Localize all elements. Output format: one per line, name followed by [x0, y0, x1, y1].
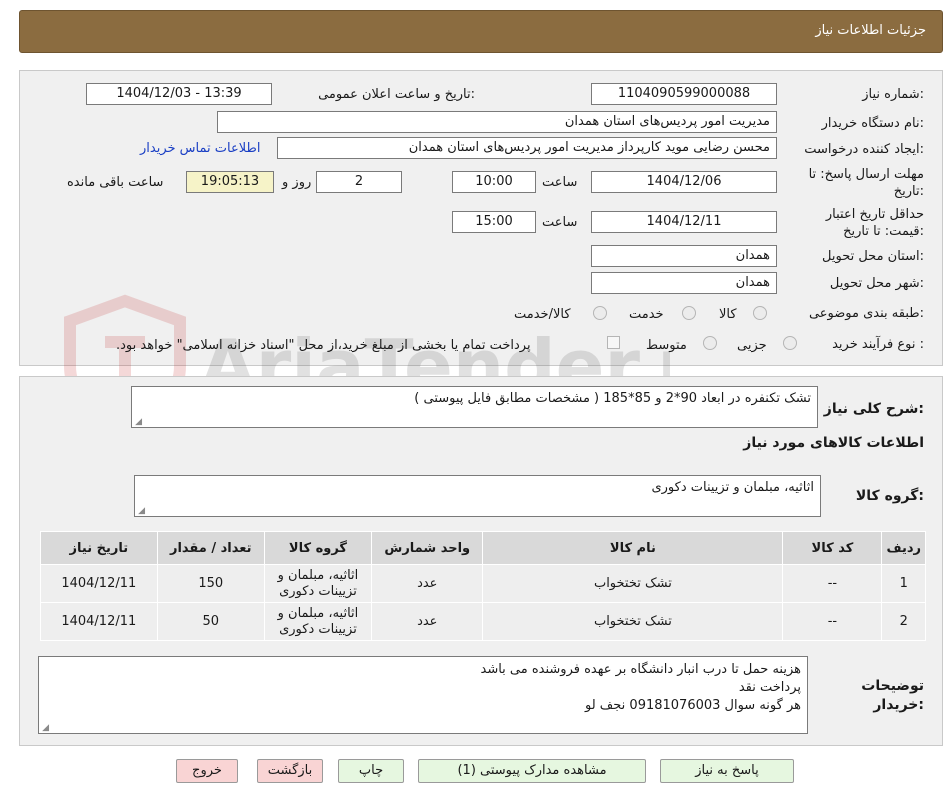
cell-quantity: 50	[156, 602, 265, 641]
cell-row-number: 1	[881, 564, 926, 603]
goods-table: ردیف کد کالا نام کالا واحد شمارش گروه کا…	[40, 531, 926, 641]
creator-field: محسن رضایی موید کارپرداز مدیریت امور پرد…	[277, 137, 777, 159]
goods-group-textarea[interactable]: اثاثیه، مبلمان و تزیینات دکوری ◢	[134, 475, 821, 517]
buyer-note-line: هزینه حمل تا درب انبار دانشگاه بر عهده ف…	[480, 662, 802, 677]
buyer-note-line: هر گونه سوال 09181076003 نجف لو	[585, 698, 801, 713]
city-label: شهر محل تحویل:	[829, 276, 924, 291]
col-header-name: نام کالا	[482, 531, 784, 565]
deadline-time-field: 10:00	[452, 171, 536, 193]
summary-text: تشک تکنفره در ابعاد 90*2 و 85*185 ( مشخص…	[414, 391, 811, 406]
col-header-date: تاریخ نیاز	[40, 531, 158, 565]
resize-grip-icon[interactable]: ◢	[137, 507, 145, 516]
need-info-panel: AriaTender.net شماره نیاز: 1104090599000…	[19, 70, 943, 431]
need-details-panel: شرح کلی نیاز: تشک تکنفره در ابعاد 90*2 و…	[19, 376, 943, 746]
process-radio-medium[interactable]	[703, 336, 717, 350]
validity-time-label: ساعت	[542, 215, 578, 230]
category-radio-goods-service[interactable]	[593, 306, 607, 320]
back-button[interactable]: بازگشت	[257, 759, 323, 783]
province-label: استان محل تحویل:	[822, 249, 924, 264]
city-field: همدان	[591, 272, 777, 294]
summary-label: شرح کلی نیاز:	[823, 401, 924, 417]
announce-label: تاریخ و ساعت اعلان عمومی:	[318, 87, 475, 102]
category-option-goods: کالا	[719, 307, 737, 322]
process-option-minor: جزیی	[737, 338, 767, 353]
validity-date-field: 1404/12/11	[591, 211, 777, 233]
cell-code: --	[782, 602, 883, 641]
cell-name: تشک تختخواب	[482, 564, 784, 603]
cell-date: 1404/12/11	[40, 602, 158, 641]
buyer-contact-link[interactable]: اطلاعات تماس خریدار	[140, 141, 260, 156]
summary-textarea[interactable]: تشک تکنفره در ابعاد 90*2 و 85*185 ( مشخص…	[131, 386, 818, 428]
process-label: نوع فرآیند خرید :	[832, 337, 924, 352]
resize-grip-icon[interactable]: ◢	[134, 418, 142, 427]
treasury-payment-checkbox[interactable]	[607, 336, 620, 349]
buyer-note-line: پرداخت نقد	[738, 680, 801, 695]
deadline-time-label: ساعت	[542, 175, 578, 190]
category-label: طبقه بندی موضوعی:	[808, 306, 924, 321]
process-radio-minor[interactable]	[783, 336, 797, 350]
cell-row-number: 2	[881, 602, 926, 641]
category-option-service: خدمت	[629, 307, 664, 322]
table-row: 1 -- تشک تختخواب عدد اثاثیه، مبلمان و تز…	[40, 564, 926, 603]
view-attachments-button[interactable]: مشاهده مدارک پیوستی (1)	[418, 759, 646, 783]
treasury-payment-note: پرداخت تمام یا بخشی از مبلغ خرید،از محل …	[116, 338, 531, 353]
col-header-unit: واحد شمارش	[371, 531, 484, 565]
print-button[interactable]: چاپ	[338, 759, 404, 783]
remaining-label: ساعت باقی مانده	[67, 175, 164, 190]
buyer-org-label: نام دستگاه خریدار:	[821, 116, 924, 131]
resize-grip-icon[interactable]: ◢	[41, 724, 49, 733]
cell-name: تشک تختخواب	[482, 602, 784, 641]
category-option-goods-service: کالا/خدمت	[514, 307, 571, 322]
cell-date: 1404/12/11	[40, 564, 158, 603]
col-header-quantity: تعداد / مقدار	[156, 531, 265, 565]
buyer-notes-label: توضیحات خریدار:	[861, 678, 924, 713]
cell-quantity: 150	[156, 564, 265, 603]
cell-group: اثاثیه، مبلمان و تزیینات دکوری	[263, 602, 373, 641]
table-row: 2 -- تشک تختخواب عدد اثاثیه، مبلمان و تز…	[40, 602, 926, 641]
cell-unit: عدد	[371, 564, 484, 603]
goods-group-text: اثاثیه، مبلمان و تزیینات دکوری	[651, 480, 814, 495]
deadline-label: مهلت ارسال پاسخ: تا تاریخ:	[808, 167, 924, 199]
days-label: روز و	[282, 175, 312, 190]
province-field: همدان	[591, 245, 777, 267]
cell-unit: عدد	[371, 602, 484, 641]
reply-button[interactable]: پاسخ به نیاز	[660, 759, 794, 783]
creator-label: ایجاد کننده درخواست:	[804, 142, 924, 157]
process-option-medium: متوسط	[646, 338, 687, 353]
goods-info-title: اطلاعات کالاهای مورد نیاز	[743, 435, 924, 451]
exit-button[interactable]: خروج	[176, 759, 238, 783]
category-radio-goods[interactable]	[753, 306, 767, 320]
validity-label: حداقل تاریخ اعتبار قیمت: تا تاریخ:	[825, 207, 924, 239]
col-header-row-number: ردیف	[881, 531, 926, 565]
remaining-time-field: 19:05:13	[186, 171, 274, 193]
cell-group: اثاثیه، مبلمان و تزیینات دکوری	[263, 564, 373, 603]
cell-code: --	[782, 564, 883, 603]
validity-time-field: 15:00	[452, 211, 536, 233]
category-radio-service[interactable]	[682, 306, 696, 320]
page-title: جزئیات اطلاعات نیاز	[815, 23, 926, 38]
days-field: 2	[316, 171, 402, 193]
buyer-notes-textarea[interactable]: هزینه حمل تا درب انبار دانشگاه بر عهده ف…	[38, 656, 808, 734]
goods-group-label: گروه کالا:	[855, 488, 924, 504]
page-header: جزئیات اطلاعات نیاز	[19, 10, 943, 53]
col-header-code: کد کالا	[782, 531, 883, 565]
need-number-field: 1104090599000088	[591, 83, 777, 105]
announce-field: 1404/12/03 - 13:39	[86, 83, 272, 105]
buyer-org-field: مدیریت امور پردیس‌های استان همدان	[217, 111, 777, 133]
deadline-date-field: 1404/12/06	[591, 171, 777, 193]
col-header-group: گروه کالا	[263, 531, 373, 565]
table-header-row: ردیف کد کالا نام کالا واحد شمارش گروه کا…	[40, 531, 926, 565]
need-number-label: شماره نیاز:	[862, 87, 924, 102]
